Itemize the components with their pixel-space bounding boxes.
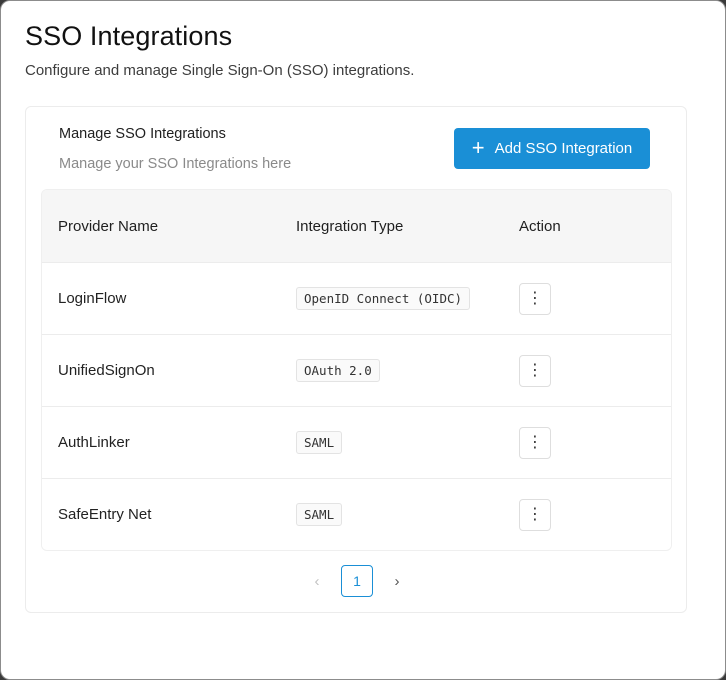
sso-card: Manage SSO Integrations Manage your SSO … — [25, 106, 687, 613]
add-sso-integration-button[interactable]: + Add SSO Integration — [454, 128, 650, 169]
integration-type-tag: OpenID Connect (OIDC) — [296, 287, 471, 310]
next-page-icon[interactable]: › — [382, 565, 412, 597]
page-title: SSO Integrations — [25, 21, 233, 51]
row-actions-button[interactable]: ⋮ — [519, 282, 551, 315]
more-vertical-icon: ⋮ — [527, 361, 543, 379]
integration-type-tag: SAML — [296, 503, 343, 526]
provider-name-cell: UnifiedSignOn — [58, 362, 155, 379]
card-title: Manage SSO Integrations — [59, 126, 226, 142]
page-number-current[interactable]: 1 — [341, 565, 373, 597]
provider-name-cell: AuthLinker — [58, 434, 130, 451]
integration-type-tag: SAML — [296, 431, 343, 454]
prev-page-icon[interactable]: ‹ — [302, 565, 332, 597]
integration-type-tag: OAuth 2.0 — [296, 359, 380, 382]
more-vertical-icon: ⋮ — [527, 505, 543, 523]
more-vertical-icon: ⋮ — [527, 433, 543, 451]
table-row: UnifiedSignOn OAuth 2.0 ⋮ — [42, 334, 671, 406]
table-row: AuthLinker SAML ⋮ — [42, 406, 671, 478]
table-row: SafeEntry Net SAML ⋮ — [42, 478, 671, 550]
row-actions-button[interactable]: ⋮ — [519, 426, 551, 459]
app-window: SSO Integrations Configure and manage Si… — [0, 0, 726, 680]
add-button-label: Add SSO Integration — [494, 140, 633, 157]
row-actions-button[interactable]: ⋮ — [519, 354, 551, 387]
header-action: Action — [519, 217, 561, 235]
pagination: ‹ 1 › — [302, 565, 412, 597]
row-actions-button[interactable]: ⋮ — [519, 498, 551, 531]
integrations-table: Provider Name Integration Type Action Lo… — [41, 189, 672, 551]
header-provider-name: Provider Name — [58, 217, 159, 235]
provider-name-cell: LoginFlow — [58, 290, 127, 307]
card-subtitle: Manage your SSO Integrations here — [59, 156, 292, 172]
header-integration-type: Integration Type — [296, 217, 404, 235]
page-subtitle: Configure and manage Single Sign-On (SSO… — [25, 62, 415, 79]
more-vertical-icon: ⋮ — [527, 289, 543, 307]
plus-icon: + — [471, 134, 485, 160]
table-row: LoginFlow OpenID Connect (OIDC) ⋮ — [42, 262, 671, 334]
table-header: Provider Name Integration Type Action — [42, 190, 671, 262]
provider-name-cell: SafeEntry Net — [58, 506, 152, 523]
